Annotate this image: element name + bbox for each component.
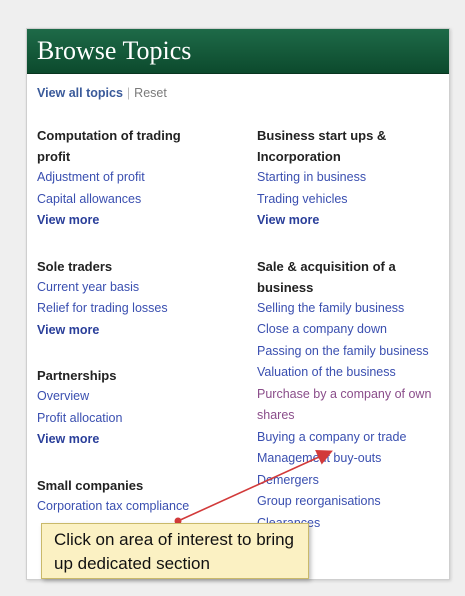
right-topic-column: Business start ups & Incorporation Start… — [257, 125, 447, 558]
topic-link[interactable]: Capital allowances — [37, 189, 242, 211]
topic-link[interactable]: Adjustment of profit — [37, 167, 242, 189]
topic-link[interactable]: Purchase by a company of own shares — [257, 384, 447, 427]
view-more-link[interactable]: View more — [37, 210, 242, 232]
topic-heading: Computation of trading profit — [37, 128, 181, 164]
topics-subnav: View all topics | Reset — [27, 74, 449, 100]
topic-link[interactable]: Buying a company or trade — [257, 427, 447, 449]
topic-link[interactable]: Starting in business — [257, 167, 447, 189]
instruction-callout: Click on area of interest to bring up de… — [41, 523, 309, 579]
subnav-separator: | — [126, 86, 131, 100]
topic-link[interactable]: Passing on the family business — [257, 341, 432, 363]
topic-link[interactable]: Close a company down — [257, 319, 447, 341]
topic-link[interactable]: Trading vehicles — [257, 189, 447, 211]
topic-link[interactable]: Relief for trading losses — [37, 298, 242, 320]
topic-heading: Sale & acquisition of a business — [257, 258, 396, 295]
left-topic-column: Computation of trading profit Adjustment… — [37, 125, 242, 541]
view-all-topics-link[interactable]: View all topics — [37, 86, 123, 100]
topic-link[interactable]: Profit allocation — [37, 408, 242, 430]
topic-link[interactable]: Current year basis — [37, 277, 242, 299]
topic-link[interactable]: Valuation of the business — [257, 362, 447, 384]
topic-link[interactable]: Management buy-outs — [257, 448, 447, 470]
topic-link[interactable]: Overview — [37, 386, 242, 408]
topic-group-partnerships: Partnerships Overview Profit allocation … — [37, 365, 242, 451]
reset-link[interactable]: Reset — [134, 86, 167, 100]
topic-group-sole-traders: Sole traders Current year basis Relief f… — [37, 256, 242, 342]
topic-link[interactable]: Selling the family business — [257, 298, 447, 320]
topic-heading: Business start ups & Incorporation — [257, 128, 387, 164]
topic-link[interactable]: Group reorganisations — [257, 491, 447, 513]
topic-heading: Partnerships — [37, 368, 117, 383]
topic-group-computation: Computation of trading profit Adjustment… — [37, 125, 242, 232]
topic-heading: Small companies — [37, 477, 144, 493]
topic-group-small-companies: Small companies Corporation tax complian… — [37, 475, 242, 518]
view-more-link[interactable]: View more — [37, 320, 242, 342]
topic-link[interactable]: Demergers — [257, 470, 447, 492]
topic-heading: Sole traders — [37, 258, 113, 274]
browse-topics-panel: Browse Topics View all topics | Reset Comp… — [26, 28, 450, 580]
topic-link[interactable]: Corporation tax compliance — [37, 496, 242, 518]
topic-group-business-start-ups: Business start ups & Incorporation Start… — [257, 125, 447, 232]
panel-title: Browse Topics — [27, 29, 449, 74]
view-more-link[interactable]: View more — [37, 429, 242, 451]
view-more-link[interactable]: View more — [257, 210, 447, 232]
topic-group-sale-acquisition: Sale & acquisition of a business Selling… — [257, 256, 447, 535]
